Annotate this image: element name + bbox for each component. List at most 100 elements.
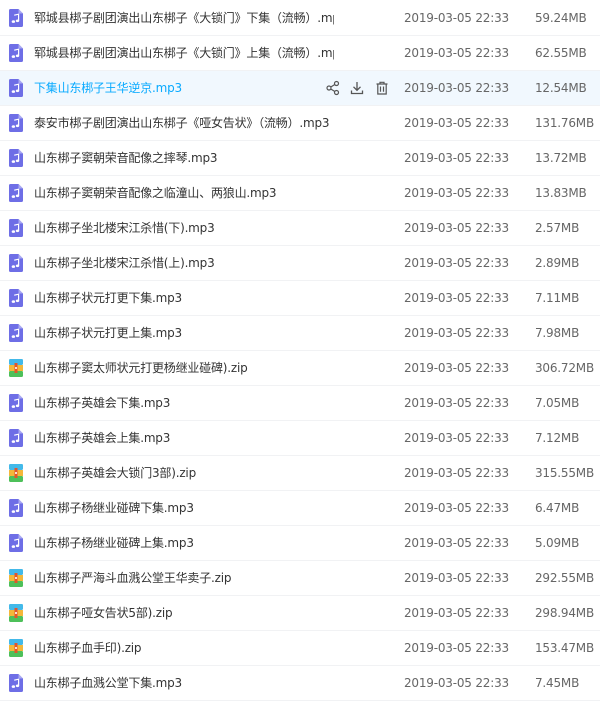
file-date: 2019-03-05 22:33 [404, 256, 509, 270]
file-date: 2019-03-05 22:33 [404, 396, 509, 410]
file-row[interactable]: 山东梆子杨继业碰碑下集.mp3 2019-03-05 22:33 6.47MB [0, 491, 600, 526]
file-size: 12.54MB [535, 81, 587, 95]
music-file-icon [9, 254, 23, 272]
file-name[interactable]: 山东梆子英雄会大锁门3部).zip [34, 456, 196, 491]
music-file-icon [9, 44, 23, 62]
file-name[interactable]: 山东梆子英雄会上集.mp3 [34, 421, 170, 456]
file-row[interactable]: 山东梆子英雄会下集.mp3 2019-03-05 22:33 7.05MB [0, 386, 600, 421]
music-file-icon [9, 79, 23, 97]
music-file-icon [9, 114, 23, 132]
file-date: 2019-03-05 22:33 [404, 151, 509, 165]
file-size: 7.12MB [535, 431, 580, 445]
file-row[interactable]: 下集山东梆子王华逆京.mp3 2019-03-05 22:33 12.54MB [0, 71, 600, 106]
file-name[interactable]: 山东梆子坐北楼宋江杀惜(下).mp3 [34, 211, 215, 246]
file-date: 2019-03-05 22:33 [404, 606, 509, 620]
file-size: 13.83MB [535, 186, 587, 200]
file-row[interactable]: 郓城县梆子剧团演出山东梆子《大锁门》上集（流畅）.mp3 2019-03-05 … [0, 36, 600, 71]
file-name[interactable]: 山东梆子严海斗血溅公堂王华卖子.zip [34, 561, 231, 596]
file-date: 2019-03-05 22:33 [404, 431, 509, 445]
file-size: 62.55MB [535, 46, 587, 60]
file-name[interactable]: 泰安市梆子剧团演出山东梆子《哑女告状》（流畅）.mp3 [34, 106, 329, 141]
file-name[interactable]: 山东梆子哑女告状5部).zip [34, 596, 172, 631]
zip-file-icon [9, 639, 23, 657]
file-name[interactable]: 山东梆子杨继业碰碑上集.mp3 [34, 526, 194, 561]
zip-file-icon [9, 464, 23, 482]
zip-file-icon [9, 604, 23, 622]
file-row[interactable]: 山东梆子严海斗血溅公堂王华卖子.zip 2019-03-05 22:33 292… [0, 561, 600, 596]
trash-icon[interactable] [374, 80, 390, 96]
music-file-icon [9, 149, 23, 167]
file-date: 2019-03-05 22:33 [404, 11, 509, 25]
file-name[interactable]: 郓城县梆子剧团演出山东梆子《大锁门》上集（流畅）.mp3 [34, 36, 334, 71]
file-size: 13.72MB [535, 151, 587, 165]
file-name[interactable]: 山东梆子窦太师状元打更杨继业碰碑).zip [34, 351, 248, 386]
file-row[interactable]: 山东梆子状元打更上集.mp3 2019-03-05 22:33 7.98MB [0, 316, 600, 351]
file-date: 2019-03-05 22:33 [404, 221, 509, 235]
file-size: 6.47MB [535, 501, 580, 515]
file-size: 292.55MB [535, 571, 594, 585]
file-size: 131.76MB [535, 116, 594, 130]
file-name[interactable]: 郓城县梆子剧团演出山东梆子《大锁门》下集（流畅）.mp3 [34, 1, 334, 36]
file-name[interactable]: 山东梆子状元打更上集.mp3 [34, 316, 182, 351]
file-date: 2019-03-05 22:33 [404, 46, 509, 60]
music-file-icon [9, 674, 23, 692]
file-name[interactable]: 山东梆子英雄会下集.mp3 [34, 386, 170, 421]
file-name[interactable]: 山东梆子血溅公堂下集.mp3 [34, 666, 182, 701]
music-file-icon [9, 289, 23, 307]
file-size: 7.11MB [535, 291, 580, 305]
download-icon[interactable] [349, 80, 365, 96]
share-icon[interactable] [325, 80, 341, 96]
file-name[interactable]: 山东梆子状元打更下集.mp3 [34, 281, 182, 316]
file-date: 2019-03-05 22:33 [404, 536, 509, 550]
file-name[interactable]: 山东梆子血手印).zip [34, 631, 141, 666]
music-file-icon [9, 499, 23, 517]
music-file-icon [9, 184, 23, 202]
file-date: 2019-03-05 22:33 [404, 641, 509, 655]
file-date: 2019-03-05 22:33 [404, 186, 509, 200]
file-date: 2019-03-05 22:33 [404, 571, 509, 585]
file-name[interactable]: 山东梆子杨继业碰碑下集.mp3 [34, 491, 194, 526]
file-row[interactable]: 山东梆子英雄会上集.mp3 2019-03-05 22:33 7.12MB [0, 421, 600, 456]
file-row[interactable]: 山东梆子哑女告状5部).zip 2019-03-05 22:33 298.94M… [0, 596, 600, 631]
file-row[interactable]: 山东梆子血溅公堂下集.mp3 2019-03-05 22:33 7.45MB [0, 666, 600, 701]
file-row[interactable]: 泰安市梆子剧团演出山东梆子《哑女告状》（流畅）.mp3 2019-03-05 2… [0, 106, 600, 141]
music-file-icon [9, 429, 23, 447]
file-name[interactable]: 下集山东梆子王华逆京.mp3 [34, 71, 182, 106]
music-file-icon [9, 394, 23, 412]
file-name[interactable]: 山东梆子窦朝荣音配像之临潼山、两狼山.mp3 [34, 176, 276, 211]
file-date: 2019-03-05 22:33 [404, 116, 509, 130]
file-size: 59.24MB [535, 11, 587, 25]
file-size: 306.72MB [535, 361, 594, 375]
file-date: 2019-03-05 22:33 [404, 501, 509, 515]
file-size: 7.05MB [535, 396, 580, 410]
file-size: 5.09MB [535, 536, 580, 550]
music-file-icon [9, 534, 23, 552]
file-row[interactable]: 山东梆子英雄会大锁门3部).zip 2019-03-05 22:33 315.5… [0, 456, 600, 491]
file-date: 2019-03-05 22:33 [404, 361, 509, 375]
file-row[interactable]: 山东梆子坐北楼宋江杀惜(下).mp3 2019-03-05 22:33 2.57… [0, 211, 600, 246]
file-size: 2.89MB [535, 256, 580, 270]
file-date: 2019-03-05 22:33 [404, 466, 509, 480]
file-date: 2019-03-05 22:33 [404, 291, 509, 305]
file-row[interactable]: 山东梆子杨继业碰碑上集.mp3 2019-03-05 22:33 5.09MB [0, 526, 600, 561]
file-row[interactable]: 山东梆子窦朝荣音配像之临潼山、两狼山.mp3 2019-03-05 22:33 … [0, 176, 600, 211]
file-size: 298.94MB [535, 606, 594, 620]
file-size: 153.47MB [535, 641, 594, 655]
file-row[interactable]: 山东梆子状元打更下集.mp3 2019-03-05 22:33 7.11MB [0, 281, 600, 316]
file-size: 315.55MB [535, 466, 594, 480]
music-file-icon [9, 219, 23, 237]
zip-file-icon [9, 359, 23, 377]
file-name[interactable]: 山东梆子窦朝荣音配像之摔琴.mp3 [34, 141, 217, 176]
file-date: 2019-03-05 22:33 [404, 326, 509, 340]
file-size: 7.45MB [535, 676, 580, 690]
file-row[interactable]: 山东梆子血手印).zip 2019-03-05 22:33 153.47MB [0, 631, 600, 666]
file-row[interactable]: 山东梆子窦朝荣音配像之摔琴.mp3 2019-03-05 22:33 13.72… [0, 141, 600, 176]
music-file-icon [9, 324, 23, 342]
file-row[interactable]: 郓城县梆子剧团演出山东梆子《大锁门》下集（流畅）.mp3 2019-03-05 … [0, 1, 600, 36]
file-size: 7.98MB [535, 326, 580, 340]
file-date: 2019-03-05 22:33 [404, 81, 509, 95]
file-name[interactable]: 山东梆子坐北楼宋江杀惜(上).mp3 [34, 246, 215, 281]
file-row[interactable]: 山东梆子坐北楼宋江杀惜(上).mp3 2019-03-05 22:33 2.89… [0, 246, 600, 281]
file-row[interactable]: 山东梆子窦太师状元打更杨继业碰碑).zip 2019-03-05 22:33 3… [0, 351, 600, 386]
zip-file-icon [9, 569, 23, 587]
